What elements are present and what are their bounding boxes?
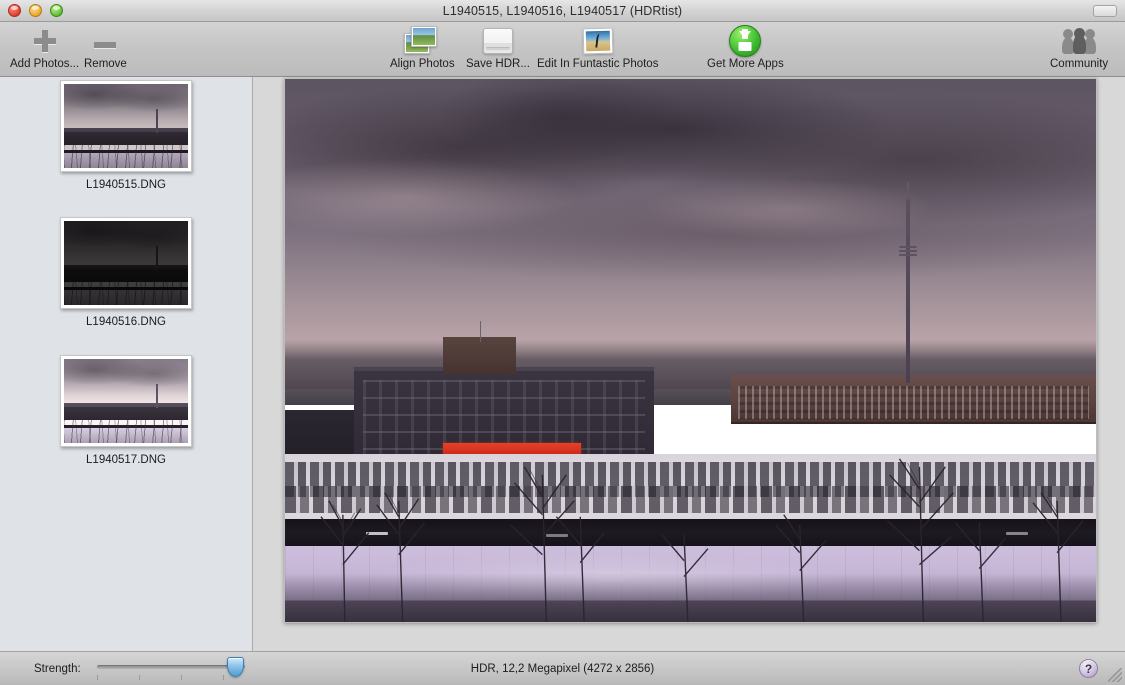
thumbnail-frame[interactable] xyxy=(60,217,192,309)
help-button[interactable]: ? xyxy=(1079,659,1098,678)
toolbar: Add Photos... Remove Align Photos Save H… xyxy=(0,22,1125,77)
toolbar-label-edit-in-funtastic-photos: Edit In Funtastic Photos xyxy=(537,58,659,70)
list-item[interactable]: L1940515.DNG xyxy=(0,80,252,191)
toolbar-label-align-photos: Align Photos xyxy=(390,58,455,70)
toolbar-label-get-more-apps: Get More Apps xyxy=(707,58,784,70)
toolbar-button-get-more-apps[interactable]: Get More Apps xyxy=(707,24,784,71)
resize-grip[interactable] xyxy=(1108,668,1122,682)
people-icon xyxy=(1062,24,1097,58)
toolbar-toggle-button[interactable] xyxy=(1093,5,1117,17)
toolbar-button-add-photos[interactable]: Add Photos... xyxy=(10,24,79,71)
toolbar-label-add-photos: Add Photos... xyxy=(10,58,80,70)
zoom-button[interactable] xyxy=(50,4,63,17)
thumbnail-caption: L1940515.DNG xyxy=(86,179,166,191)
photo-list-sidebar[interactable]: L1940515.DNG L1940516.DNG L1940517.DNG xyxy=(0,77,253,651)
close-button[interactable] xyxy=(8,4,21,17)
list-item[interactable]: L1940516.DNG xyxy=(0,217,252,328)
thumbnail-image xyxy=(64,84,188,168)
stacked-photos-icon xyxy=(404,24,440,58)
thumbnail-frame[interactable] xyxy=(60,80,192,172)
window-controls xyxy=(8,4,63,17)
toolbar-button-remove[interactable]: Remove xyxy=(84,24,127,71)
toolbar-button-community[interactable]: Community xyxy=(1050,24,1108,71)
minus-icon xyxy=(94,24,117,58)
hard-drive-icon xyxy=(482,24,513,58)
toolbar-label-save-hdr: Save HDR... xyxy=(466,58,530,70)
preview-area xyxy=(253,77,1125,651)
status-info-text: HDR, 12,2 Megapixel (4272 x 2856) xyxy=(470,662,655,675)
title-bar: L1940515, L1940516, L1940517 (HDRtist) xyxy=(0,0,1125,22)
toolbar-button-save-hdr[interactable]: Save HDR... xyxy=(466,24,530,71)
content-area: L1940515.DNG L1940516.DNG L1940517.DNG xyxy=(0,77,1125,651)
toolbar-label-community: Community xyxy=(1050,58,1109,70)
thumbnail-image xyxy=(64,359,188,443)
list-item[interactable]: L1940517.DNG xyxy=(0,355,252,466)
hdr-preview-frame[interactable] xyxy=(284,78,1097,623)
toolbar-label-remove: Remove xyxy=(84,58,127,70)
status-bar: Strength: HDR, 12,2 Megapixel (4272 x 28… xyxy=(0,651,1125,685)
thumbnail-caption: L1940517.DNG xyxy=(86,454,166,466)
thumbnail-caption: L1940516.DNG xyxy=(86,316,166,328)
green-download-icon xyxy=(729,24,762,58)
minimize-button[interactable] xyxy=(29,4,42,17)
plus-icon xyxy=(33,24,56,58)
hdr-preview-image xyxy=(285,79,1096,622)
thumbnail-frame[interactable] xyxy=(60,355,192,447)
app-window: L1940515, L1940516, L1940517 (HDRtist) A… xyxy=(0,0,1125,685)
photo-edit-icon xyxy=(582,24,614,58)
thumbnail-image xyxy=(64,221,188,305)
window-title: L1940515, L1940516, L1940517 (HDRtist) xyxy=(442,3,683,18)
toolbar-button-align-photos[interactable]: Align Photos xyxy=(390,24,455,71)
slider-ticks xyxy=(97,675,245,680)
toolbar-button-edit-in-funtastic-photos[interactable]: Edit In Funtastic Photos xyxy=(537,24,658,71)
